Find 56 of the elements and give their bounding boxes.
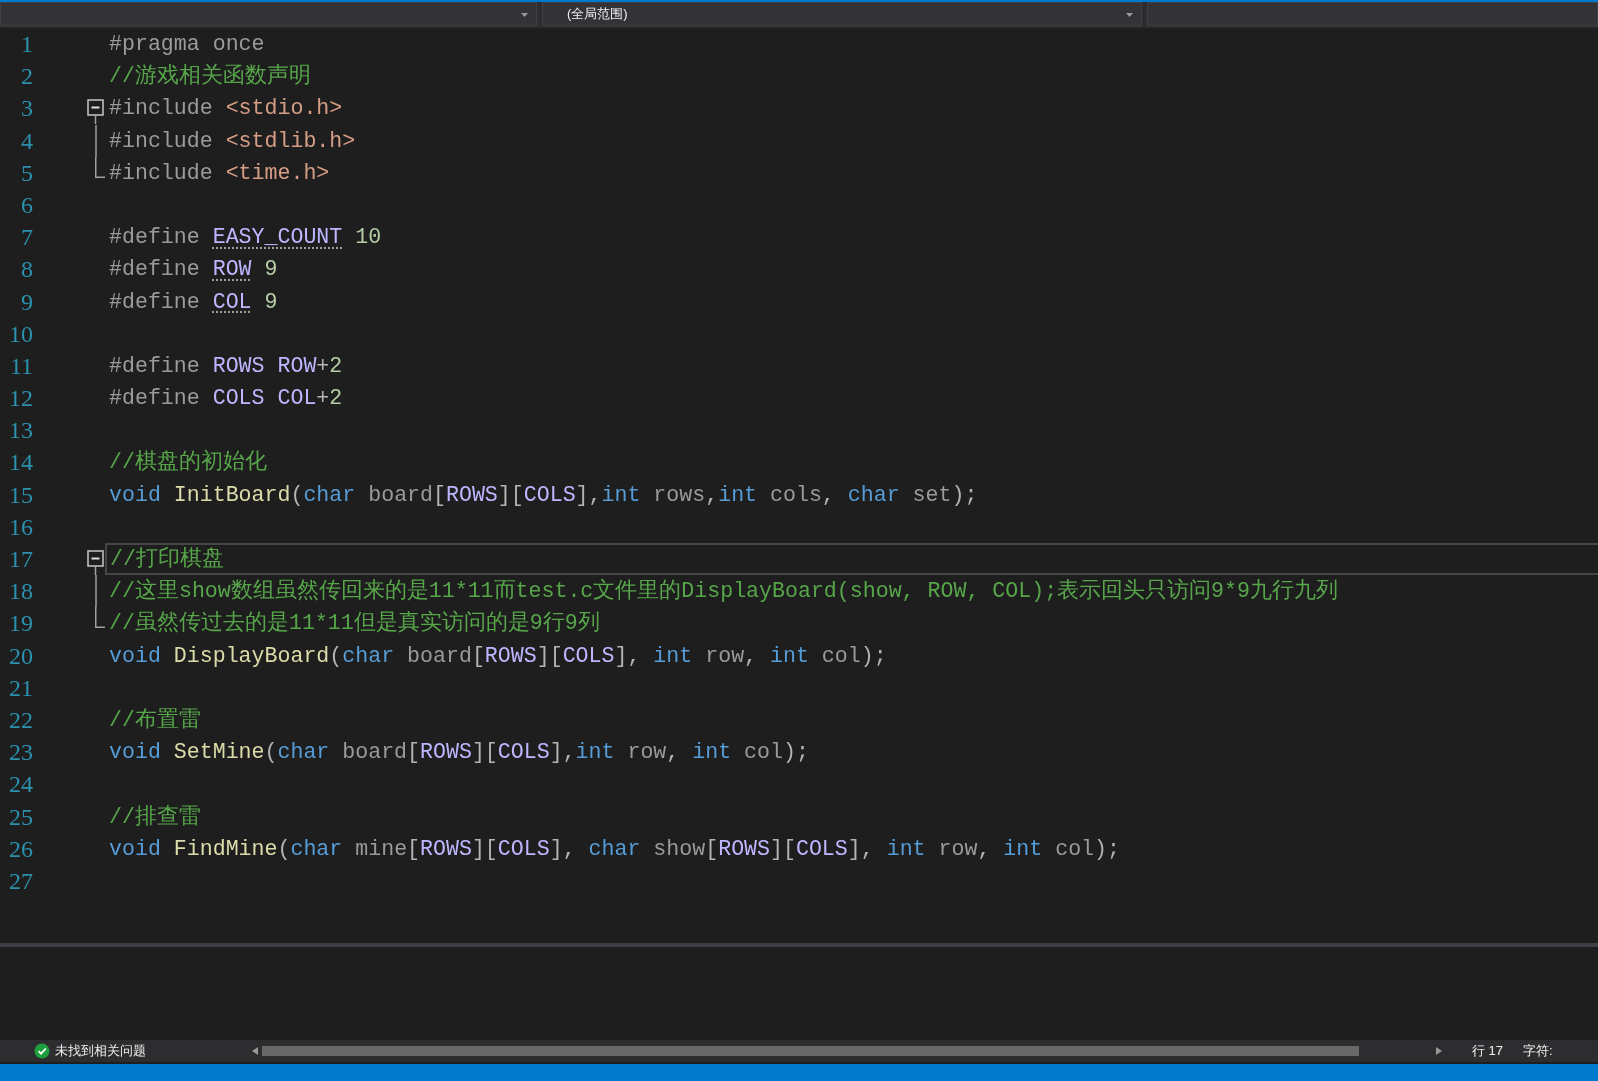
issues-status: 未找到相关问题 — [55, 1042, 146, 1060]
line-number: 11 — [8, 351, 33, 381]
code-line: //排查雷 — [109, 804, 201, 829]
line-number: 15 — [8, 480, 33, 510]
code-line: #define COL 9 — [109, 289, 278, 314]
check-icon — [34, 1043, 50, 1059]
column-position: 字符: — [1523, 1042, 1553, 1060]
code-line: //虽然传过去的是11*11但是真实访问的是9行9列 — [109, 611, 600, 636]
scroll-left-icon[interactable] — [252, 1047, 258, 1055]
code-line: void InitBoard(char board[ROWS][COLS],int rows,int cols, char set); — [109, 482, 978, 507]
line-number: 10 — [8, 319, 33, 349]
line-number: 18 — [8, 577, 33, 607]
code-line: void FindMine(char mine[ROWS][COLS], char show[ROWS][COLS], int row, int col); — [109, 836, 1120, 861]
line-number: 2 — [20, 62, 33, 92]
line-number: 23 — [8, 738, 33, 768]
line-number: 26 — [8, 834, 33, 864]
code-line: void DisplayBoard(char board[ROWS][COLS], int row, int col); — [109, 643, 887, 668]
code-line: #define EASY_COUNT 10 — [109, 225, 382, 250]
line-number: 7 — [20, 223, 33, 253]
code-line: void SetMine(char board[ROWS][COLS],int row, int col); — [109, 740, 809, 765]
code-line: #define COLS COL+2 — [109, 386, 343, 411]
line-number: 17 — [8, 545, 33, 574]
code-line: #include <stdlib.h> — [109, 128, 356, 153]
line-number: 25 — [8, 802, 33, 832]
code-line: //这里show数组虽然传回来的是11*11而test.c文件里的DisplayBoard(show, ROW, COL);表示回头只访问9*9九行九列 — [109, 579, 1338, 604]
line-number: 21 — [8, 673, 33, 703]
code-line: //游戏相关函数声明 — [109, 64, 311, 89]
line-number: 8 — [20, 255, 33, 285]
line-number: 5 — [20, 158, 33, 188]
scroll-right-icon[interactable] — [1436, 1047, 1442, 1055]
line-number: 27 — [8, 866, 33, 896]
scope-dropdown[interactable]: (全局范围) — [542, 2, 1142, 26]
line-number: 20 — [8, 641, 33, 671]
line-number: 4 — [20, 126, 33, 156]
code-line: //打印棋盘 — [110, 547, 224, 571]
line-number: 13 — [8, 416, 33, 446]
line-number: 16 — [8, 512, 33, 542]
line-number: 19 — [8, 609, 33, 639]
line-number: 12 — [8, 384, 33, 414]
code-line: #define ROW 9 — [109, 257, 278, 282]
line-number: 3 — [20, 94, 33, 124]
caret-icon — [1126, 13, 1133, 17]
line-number: 14 — [8, 448, 33, 478]
line-number: 1 — [20, 30, 33, 59]
line-number: 24 — [8, 770, 33, 800]
caret-icon — [521, 13, 528, 17]
code-line: #include <time.h> — [109, 160, 330, 185]
code-line: #pragma once — [109, 32, 265, 56]
line-number: 6 — [20, 190, 33, 220]
line-number: 9 — [20, 287, 33, 317]
code-line: #define ROWS ROW+2 — [109, 353, 343, 378]
code-line: //棋盘的初始化 — [109, 450, 267, 475]
line-number: 22 — [8, 705, 33, 735]
code-line: //布置雷 — [109, 707, 201, 732]
line-position: 行 17 — [1472, 1042, 1504, 1060]
code-line: #include <stdio.h> — [109, 96, 343, 121]
